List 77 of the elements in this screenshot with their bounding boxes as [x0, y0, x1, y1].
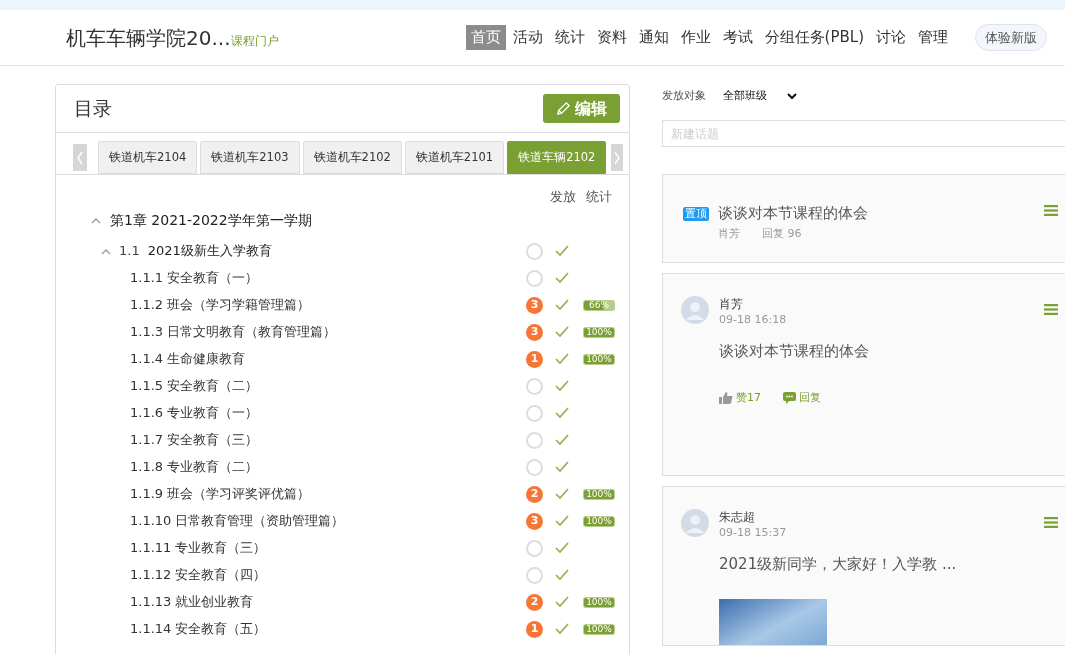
new-version-button[interactable]: 体验新版 [975, 23, 1047, 52]
catalog-title: 目录 [74, 96, 112, 122]
caret-icon[interactable] [101, 247, 111, 255]
nav-tab[interactable]: 资料 [591, 25, 632, 50]
course-title: 机车车辆学院20... [66, 24, 231, 52]
class-tab[interactable]: 铁道机车2103 [200, 141, 300, 174]
menu-icon[interactable] [1044, 517, 1058, 528]
progress-label: 100% [585, 596, 613, 608]
lesson-title[interactable]: 1.1.12 安全教育（四） [130, 565, 267, 585]
topic-author: 肖芳 [718, 226, 740, 242]
lesson-title[interactable]: 1.1.7 安全教育（三） [130, 430, 259, 450]
lesson-title[interactable]: 1.1.9 班会（学习评奖评优篇） [130, 484, 311, 504]
pinned-badge: 置顶 [683, 207, 709, 221]
count-badge: 2 [526, 593, 543, 611]
post-time: 09-18 16:18 [719, 312, 788, 327]
progress-label: 100% [585, 623, 613, 635]
topic-title[interactable]: 谈谈对本节课程的体会 [718, 202, 1044, 224]
avatar-icon [681, 509, 709, 537]
section-number: 1.1 [119, 242, 140, 261]
post-author: 朱志超 [719, 509, 756, 525]
lesson-title[interactable]: 1.1.6 专业教育（一） [130, 403, 259, 423]
lesson-title[interactable]: 1.1.4 生命健康教育 [130, 349, 246, 369]
chevron-left-icon [77, 150, 83, 165]
post-time: 09-18 15:37 [719, 525, 788, 540]
nav-tab[interactable]: 作业 [675, 25, 716, 50]
caret-icon[interactable] [91, 217, 101, 224]
nav-tab[interactable]: 管理 [913, 25, 953, 50]
chevron-right-icon [614, 150, 621, 165]
lesson-title[interactable]: 1.1.14 安全教育（五） [130, 619, 267, 639]
post-text: 2021级新同学，大家好！入学教 ... [719, 554, 958, 575]
class-tab[interactable]: 铁道机车2104 [98, 141, 198, 174]
lesson-title[interactable]: 1.1.1 安全教育（一） [130, 268, 259, 288]
progress-label: 66% [588, 299, 610, 311]
section-title[interactable]: 2021级新生入学教育 [147, 241, 272, 261]
nav-tab[interactable]: 考试 [717, 25, 758, 50]
chat-bubble-icon [783, 391, 796, 404]
progress-label: 100% [585, 353, 613, 365]
class-tab[interactable]: 铁道机车2101 [404, 141, 505, 174]
progress-label: 100% [585, 326, 613, 338]
post-text: 谈谈对本节课程的体会 [719, 341, 870, 362]
lesson-title[interactable]: 1.1.13 就业创业教育 [130, 592, 254, 612]
lesson-title[interactable]: 1.1.3 日常文明教育（教育管理篇） [130, 322, 337, 342]
avatar-icon [681, 296, 709, 324]
menu-icon[interactable] [1044, 205, 1058, 216]
lesson-title[interactable]: 1.1.5 安全教育（二） [130, 376, 259, 396]
class-tab[interactable]: 铁道机车2102 [302, 141, 402, 174]
count-badge: 1 [526, 620, 543, 638]
chapter-title[interactable]: 第1章 2021-2022学年第一学期 [110, 210, 312, 231]
count-badge: 1 [526, 350, 543, 368]
count-badge: 2 [526, 485, 543, 503]
lesson-title[interactable]: 1.1.8 专业教育（二） [130, 457, 259, 477]
thumbs-up-icon [719, 391, 733, 404]
lesson-title[interactable]: 1.1.10 日常教育管理（资助管理篇） [130, 511, 345, 531]
nav-tab[interactable]: 讨论 [871, 25, 911, 50]
lesson-title[interactable]: 1.1.2 班会（学习学籍管理篇） [130, 295, 311, 315]
progress-label: 100% [585, 488, 613, 500]
audience-label: 发放对象 [662, 87, 706, 104]
audience-select[interactable]: 全部班级 [723, 87, 797, 105]
nav-tab[interactable]: 分组任务(PBL) [759, 25, 869, 50]
column-header: 发放 [550, 188, 576, 206]
scroll-left-button[interactable] [73, 144, 87, 171]
count-badge: 3 [526, 512, 543, 530]
count-badge: 3 [526, 323, 543, 341]
scroll-right-button[interactable] [611, 144, 624, 171]
nav-tab[interactable]: 通知 [633, 25, 674, 50]
reply-count: 回复 96 [762, 226, 802, 242]
menu-icon[interactable] [1044, 304, 1058, 315]
post-author: 肖芳 [719, 296, 744, 312]
lesson-title[interactable]: 1.1.11 专业教育（三） [130, 538, 267, 558]
column-header: 统计 [586, 188, 612, 206]
nav-tab[interactable]: 统计 [549, 25, 590, 50]
pinned-topic-card[interactable]: 置顶 谈谈对本节课程的体会 肖芳 回复 96 [662, 174, 1065, 263]
nav-tab[interactable]: 活动 [507, 25, 548, 50]
progress-label: 100% [585, 515, 613, 527]
count-badge: 3 [526, 296, 543, 314]
pencil-icon [556, 101, 571, 116]
chevron-down-icon [787, 92, 797, 100]
